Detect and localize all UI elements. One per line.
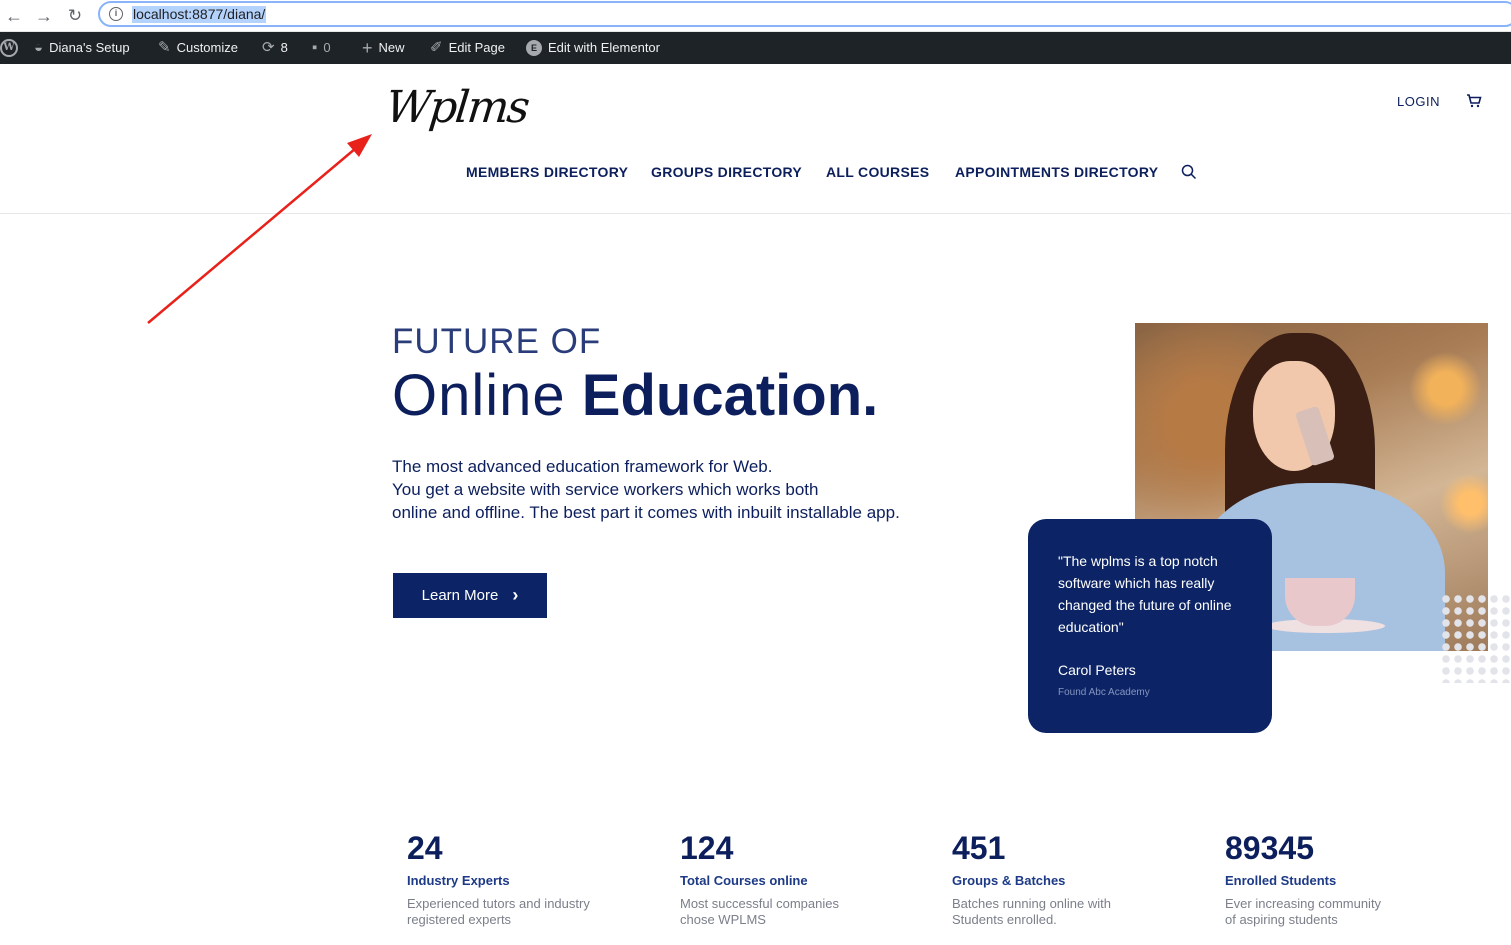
stat-description: Experienced tutors and industry register… — [407, 896, 647, 928]
customize-label: Customize — [176, 40, 238, 55]
plus-icon: + — [362, 38, 373, 58]
learn-more-label: Learn More — [421, 587, 499, 604]
stat-desc-line: Ever increasing community — [1225, 896, 1382, 911]
quote-line: education" — [1058, 619, 1124, 635]
stat-desc-line: registered experts — [407, 912, 512, 927]
chevron-right-icon: › — [512, 585, 519, 605]
testimonial-quote: "The wplms is a top notch software which… — [1058, 550, 1253, 638]
brush-icon: ✎ — [158, 39, 171, 56]
pencil-icon: ✐ — [430, 39, 443, 56]
updates-count: 8 — [280, 40, 288, 55]
stat-item: 451 Groups & Batches Batches running onl… — [952, 830, 1192, 928]
stat-desc-line: Experienced tutors and industry — [407, 896, 590, 911]
info-icon[interactable]: i — [109, 7, 123, 21]
comment-icon: ▪ — [312, 39, 318, 56]
forward-icon[interactable]: → — [32, 4, 56, 28]
wordpress-icon: W — [0, 39, 18, 57]
hero-eyebrow: FUTURE OF — [392, 322, 602, 361]
updates-icon: ⟳ — [262, 39, 275, 56]
hero-title-light: Online — [392, 363, 566, 428]
nav-all-courses[interactable]: ALL COURSES — [826, 164, 929, 180]
stat-label: Industry Experts — [407, 873, 510, 888]
testimonial-author: Carol Peters — [1058, 662, 1136, 678]
edit-page-button[interactable]: ✐ Edit Page — [430, 32, 505, 64]
stat-desc-line: Most successful companies — [680, 896, 839, 911]
edit-elementor-label: Edit with Elementor — [548, 40, 660, 55]
quote-line: changed the future of online — [1058, 597, 1232, 613]
stat-item: 24 Industry Experts Experienced tutors a… — [407, 830, 647, 928]
stat-number: 89345 — [1225, 830, 1314, 866]
stat-description: Most successful companies chose WPLMS — [680, 896, 920, 928]
testimonial-card: "The wplms is a top notch software which… — [1028, 519, 1272, 733]
stat-description: Ever increasing community of aspiring st… — [1225, 896, 1465, 928]
stat-label: Total Courses online — [680, 873, 808, 888]
reload-icon[interactable]: ↻ — [63, 4, 87, 28]
stat-number: 124 — [680, 830, 734, 866]
url-text[interactable]: localhost:8877/diana/ — [132, 6, 267, 23]
site-name-button[interactable]: ◒ Diana's Setup — [34, 32, 130, 64]
comments-button[interactable]: ▪ 0 — [312, 32, 331, 64]
stat-item: 89345 Enrolled Students Ever increasing … — [1225, 830, 1465, 928]
nav-groups-directory[interactable]: GROUPS DIRECTORY — [651, 164, 802, 180]
browser-toolbar: ← → ↻ i localhost:8877/diana/ — [0, 0, 1511, 32]
site-logo[interactable]: Wplms — [383, 82, 530, 133]
stat-desc-line: of aspiring students — [1225, 912, 1338, 927]
stat-label: Enrolled Students — [1225, 873, 1337, 888]
hero-title-bold: Education. — [581, 363, 879, 428]
updates-button[interactable]: ⟳ 8 — [262, 32, 288, 64]
quote-line: "The wplms is a top notch — [1058, 553, 1218, 569]
hero-title: Online Education. — [392, 362, 878, 429]
annotation-arrow — [147, 134, 372, 324]
elementor-icon: E — [526, 40, 542, 56]
wordpress-logo-button[interactable]: W — [0, 32, 18, 64]
hero-desc-line: You get a website with service workers w… — [392, 480, 819, 499]
stat-label: Groups & Batches — [952, 873, 1066, 888]
hero-desc-line: The most advanced education framework fo… — [392, 457, 773, 476]
back-icon[interactable]: ← — [2, 4, 26, 28]
dashboard-icon: ◒ — [34, 39, 44, 56]
stat-description: Batches running online with Students enr… — [952, 896, 1192, 928]
stat-desc-line: chose WPLMS — [680, 912, 766, 927]
stat-number: 451 — [952, 830, 1006, 866]
stat-desc-line: Students enrolled. — [952, 912, 1057, 927]
hero-desc-line: online and offline. The best part it com… — [392, 503, 900, 522]
search-icon[interactable] — [1181, 164, 1197, 180]
decorative-dot-pattern — [1440, 593, 1511, 683]
comments-count: 0 — [323, 40, 331, 55]
learn-more-button[interactable]: Learn More › — [393, 573, 547, 618]
nav-appointments-directory[interactable]: APPOINTMENTS DIRECTORY — [955, 164, 1158, 180]
stat-item: 124 Total Courses online Most successful… — [680, 830, 920, 928]
new-content-button[interactable]: + New — [362, 32, 405, 64]
cart-icon[interactable] — [1466, 94, 1482, 108]
customize-button[interactable]: ✎ Customize — [158, 32, 238, 64]
site-name-label: Diana's Setup — [49, 40, 130, 55]
stat-number: 24 — [407, 830, 443, 866]
address-bar[interactable]: i localhost:8877/diana/ — [98, 1, 1511, 27]
quote-line: software which has really — [1058, 575, 1215, 591]
login-link[interactable]: LOGIN — [1397, 94, 1440, 109]
testimonial-role: Found Abc Academy — [1058, 687, 1150, 698]
new-label: New — [378, 40, 405, 55]
nav-members-directory[interactable]: MEMBERS DIRECTORY — [466, 164, 628, 180]
edit-elementor-button[interactable]: E Edit with Elementor — [526, 32, 660, 64]
stat-desc-line: Batches running online with — [952, 896, 1111, 911]
edit-page-label: Edit Page — [448, 40, 505, 55]
wp-admin-bar: W ◒ Diana's Setup ✎ Customize ⟳ 8 ▪ 0 + … — [0, 32, 1511, 64]
hero-description: The most advanced education framework fo… — [392, 455, 952, 524]
